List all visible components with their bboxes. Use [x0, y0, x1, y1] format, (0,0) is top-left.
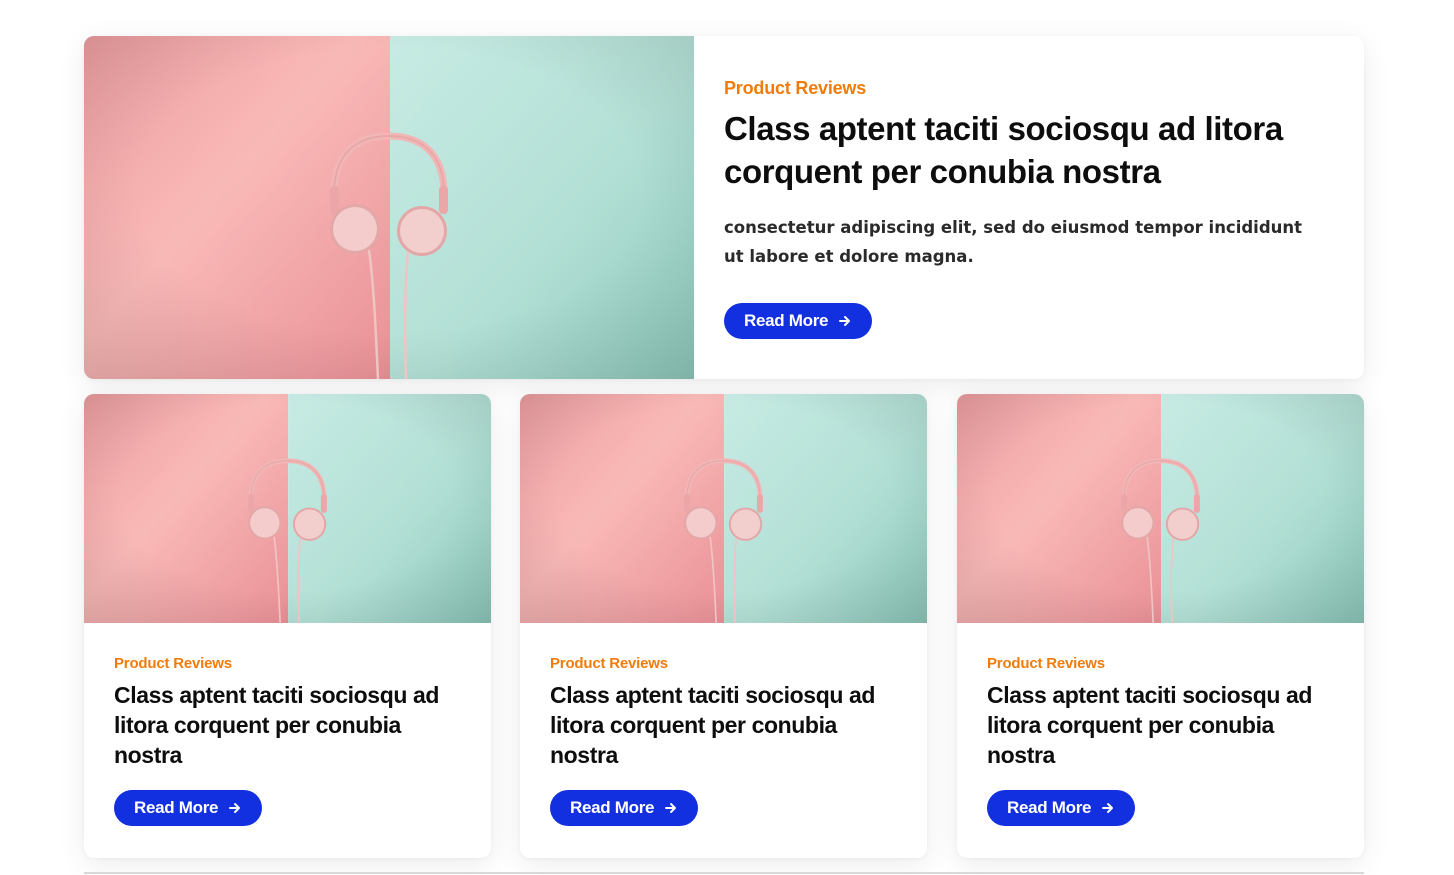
headphones-image[interactable] [84, 394, 491, 623]
post-title[interactable]: Class aptent taciti sociosqu ad litora c… [114, 680, 461, 770]
read-more-button[interactable]: Read More [724, 303, 873, 339]
section-divider [84, 872, 1364, 874]
read-more-button[interactable]: Read More [114, 790, 263, 826]
post-card: Product Reviews Class aptent taciti soci… [84, 394, 491, 858]
featured-post-body: Product Reviews Class aptent taciti soci… [694, 36, 1364, 379]
post-card: Product Reviews Class aptent taciti soci… [957, 394, 1364, 858]
read-more-label: Read More [744, 311, 829, 330]
post-body: Product Reviews Class aptent taciti soci… [84, 623, 491, 826]
read-more-label: Read More [134, 798, 219, 817]
page: Product Reviews Class aptent taciti soci… [0, 0, 1454, 875]
post-category-link[interactable]: Product Reviews [724, 78, 1334, 99]
post-card: Product Reviews Class aptent taciti soci… [520, 394, 927, 858]
headphones-image[interactable] [84, 36, 694, 379]
read-more-label: Read More [570, 798, 655, 817]
arrow-right-icon [1101, 801, 1115, 815]
post-body: Product Reviews Class aptent taciti soci… [520, 623, 927, 826]
arrow-right-icon [664, 801, 678, 815]
headphones-image[interactable] [520, 394, 927, 623]
arrow-right-icon [228, 801, 242, 815]
post-excerpt: consectetur adipiscing elit, sed do eius… [724, 218, 1303, 266]
post-title[interactable]: Class aptent taciti sociosqu ad litora c… [724, 107, 1334, 193]
post-body: Product Reviews Class aptent taciti soci… [957, 623, 1364, 826]
read-more-label: Read More [1007, 798, 1092, 817]
headphones-image[interactable] [957, 394, 1364, 623]
post-category-link[interactable]: Product Reviews [550, 655, 897, 672]
post-category-link[interactable]: Product Reviews [987, 655, 1334, 672]
arrow-right-icon [838, 314, 852, 328]
featured-post-card: Product Reviews Class aptent taciti soci… [84, 36, 1364, 379]
read-more-button[interactable]: Read More [987, 790, 1136, 826]
post-title[interactable]: Class aptent taciti sociosqu ad litora c… [550, 680, 897, 770]
post-title[interactable]: Class aptent taciti sociosqu ad litora c… [987, 680, 1334, 770]
post-category-link[interactable]: Product Reviews [114, 655, 461, 672]
read-more-button[interactable]: Read More [550, 790, 699, 826]
